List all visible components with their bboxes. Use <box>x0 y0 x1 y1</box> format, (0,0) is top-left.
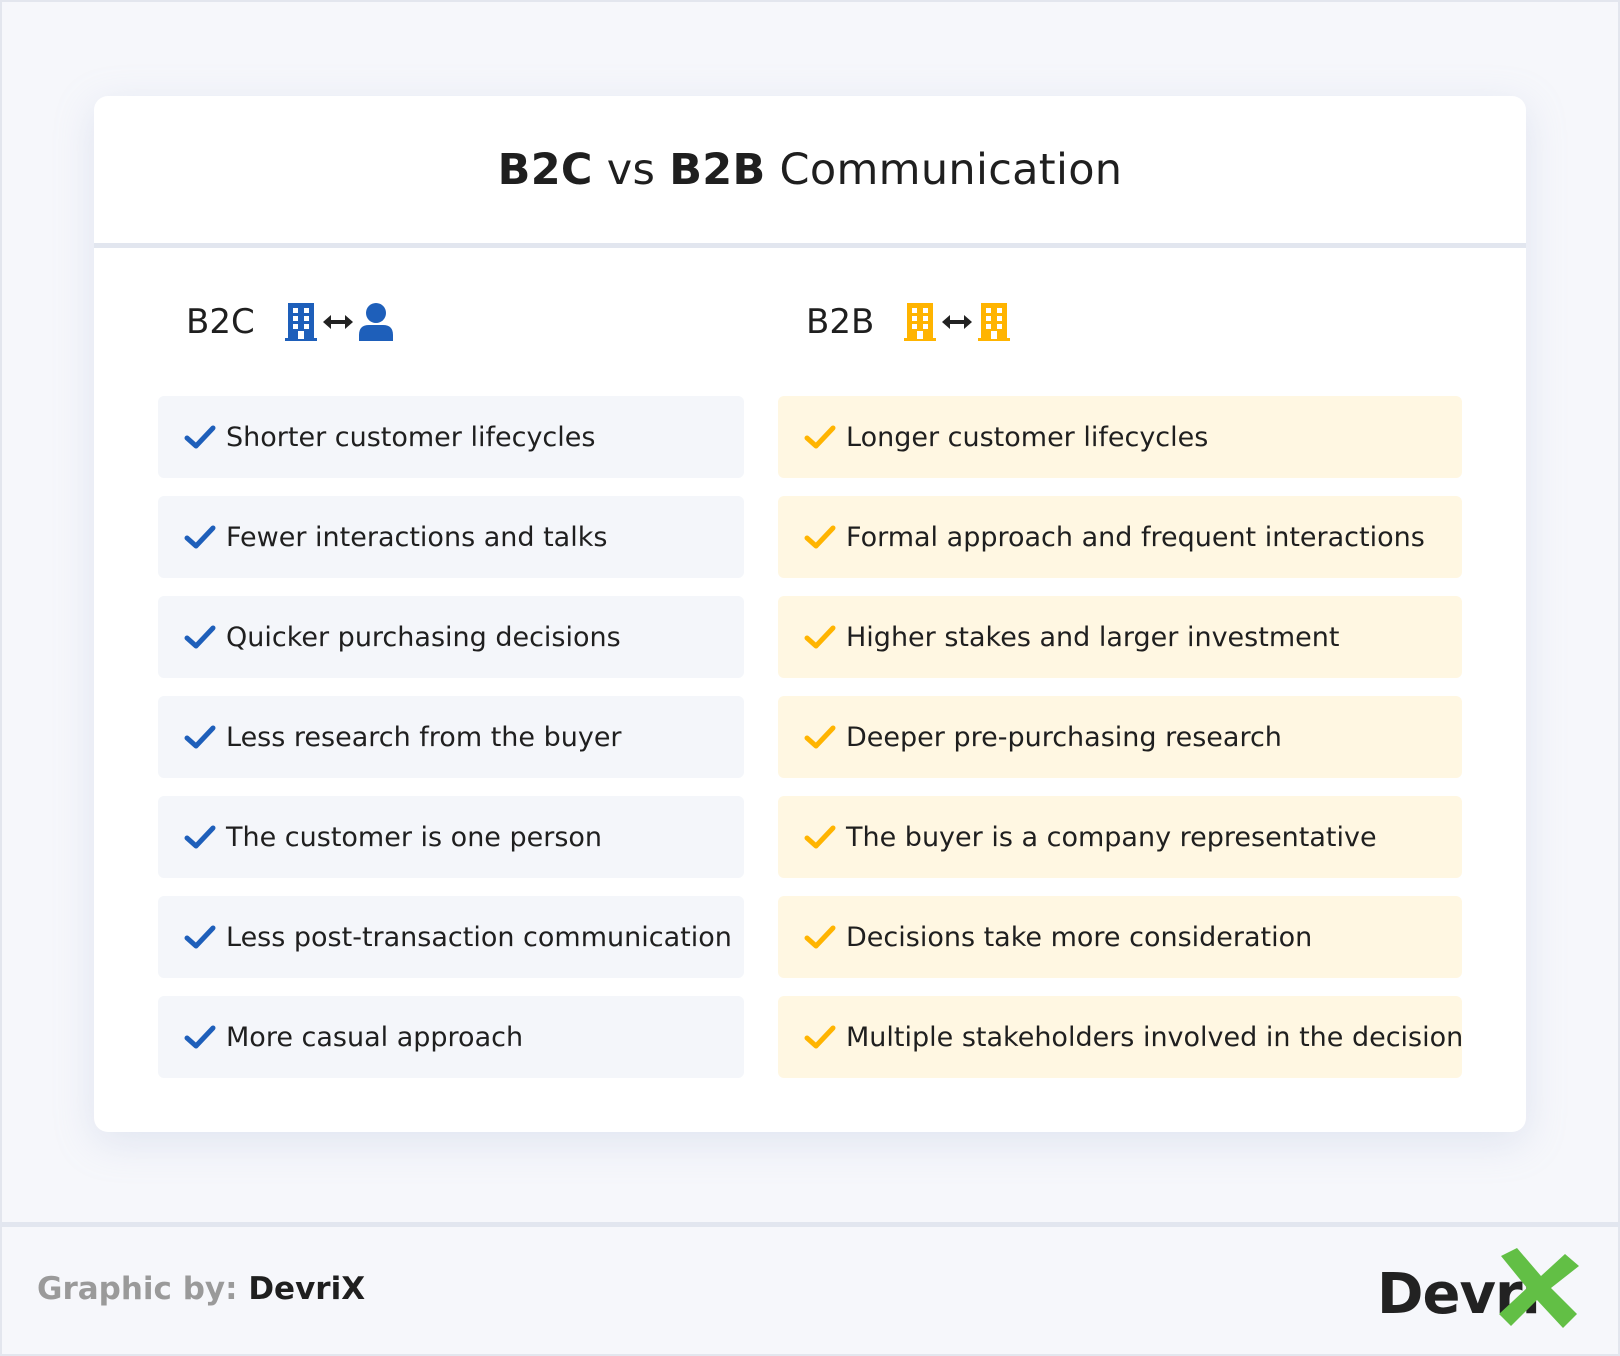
check-icon <box>804 925 836 949</box>
card-header: B2C vs B2B Communication <box>94 96 1526 248</box>
list-item: Decisions take more consideration <box>778 896 1462 978</box>
building-icon <box>978 303 1011 341</box>
b2b-label: B2B <box>806 302 875 342</box>
item-text: The customer is one person <box>226 821 603 853</box>
check-icon <box>804 725 836 749</box>
footer-divider <box>0 1222 1620 1227</box>
logo-x-icon <box>1499 1248 1579 1328</box>
check-icon <box>804 525 836 549</box>
graphic-credit: Graphic by: DevriX <box>37 1271 365 1307</box>
title-vs: vs <box>606 144 656 195</box>
building-icon <box>904 303 937 341</box>
item-text: Deeper pre-purchasing research <box>846 721 1282 753</box>
list-item: Multiple stakeholders involved in the de… <box>778 996 1464 1078</box>
list-item: The customer is one person <box>158 796 744 878</box>
check-icon <box>184 525 216 549</box>
title-b2c: B2C <box>497 144 593 195</box>
title-communication: Communication <box>779 144 1123 195</box>
check-icon <box>804 625 836 649</box>
item-text: Longer customer lifecycles <box>846 421 1209 453</box>
person-icon <box>358 303 393 341</box>
double-arrow-icon <box>322 315 353 329</box>
item-text: Less research from the buyer <box>226 721 622 753</box>
list-item: Quicker purchasing decisions <box>158 596 744 678</box>
b2b-icons <box>904 303 1011 341</box>
list-item: Deeper pre-purchasing research <box>778 696 1462 778</box>
list-item: The buyer is a company representative <box>778 796 1462 878</box>
item-text: Less post-transaction communication <box>226 921 732 953</box>
title-b2b: B2B <box>669 144 766 195</box>
check-icon <box>804 1025 836 1049</box>
item-text: More casual approach <box>226 1021 524 1053</box>
devrix-logo: Devri <box>1375 1248 1585 1328</box>
page-title: B2C vs B2B Communication <box>498 145 1123 195</box>
list-item: Less research from the buyer <box>158 696 744 778</box>
check-icon <box>184 625 216 649</box>
item-text: Quicker purchasing decisions <box>226 621 621 653</box>
list-item: Less post-transaction communication <box>158 896 744 978</box>
check-icon <box>804 425 836 449</box>
b2c-icons <box>284 303 393 341</box>
list-item: Higher stakes and larger investment <box>778 596 1462 678</box>
item-text: The buyer is a company representative <box>846 821 1377 853</box>
b2c-label: B2C <box>186 302 255 342</box>
list-item: More casual approach <box>158 996 744 1078</box>
comparison-card: B2C vs B2B Communication B2C Shorter cus… <box>94 96 1526 1132</box>
item-text: Multiple stakeholders involved in the de… <box>846 1021 1464 1053</box>
check-icon <box>804 825 836 849</box>
b2c-heading: B2C <box>158 248 744 396</box>
list-item: Longer customer lifecycles <box>778 396 1462 478</box>
b2b-heading: B2B <box>778 248 1462 396</box>
item-text: Shorter customer lifecycles <box>226 421 596 453</box>
item-text: Higher stakes and larger investment <box>846 621 1340 653</box>
list-item: Fewer interactions and talks <box>158 496 744 578</box>
item-text: Fewer interactions and talks <box>226 521 608 553</box>
item-text: Formal approach and frequent interaction… <box>846 521 1425 553</box>
b2b-column: B2B Longer customer lifecycles Formal ap… <box>778 248 1464 1096</box>
item-text: Decisions take more consideration <box>846 921 1313 953</box>
check-icon <box>184 1025 216 1049</box>
double-arrow-icon <box>942 315 973 329</box>
check-icon <box>184 925 216 949</box>
credit-label: Graphic by: <box>37 1271 238 1307</box>
list-item: Shorter customer lifecycles <box>158 396 744 478</box>
credit-name: DevriX <box>248 1271 366 1307</box>
check-icon <box>184 425 216 449</box>
building-icon <box>284 303 317 341</box>
check-icon <box>184 725 216 749</box>
list-item: Formal approach and frequent interaction… <box>778 496 1462 578</box>
check-icon <box>184 825 216 849</box>
b2c-column: B2C Shorter customer lifecycles Fewer in… <box>158 248 744 1096</box>
